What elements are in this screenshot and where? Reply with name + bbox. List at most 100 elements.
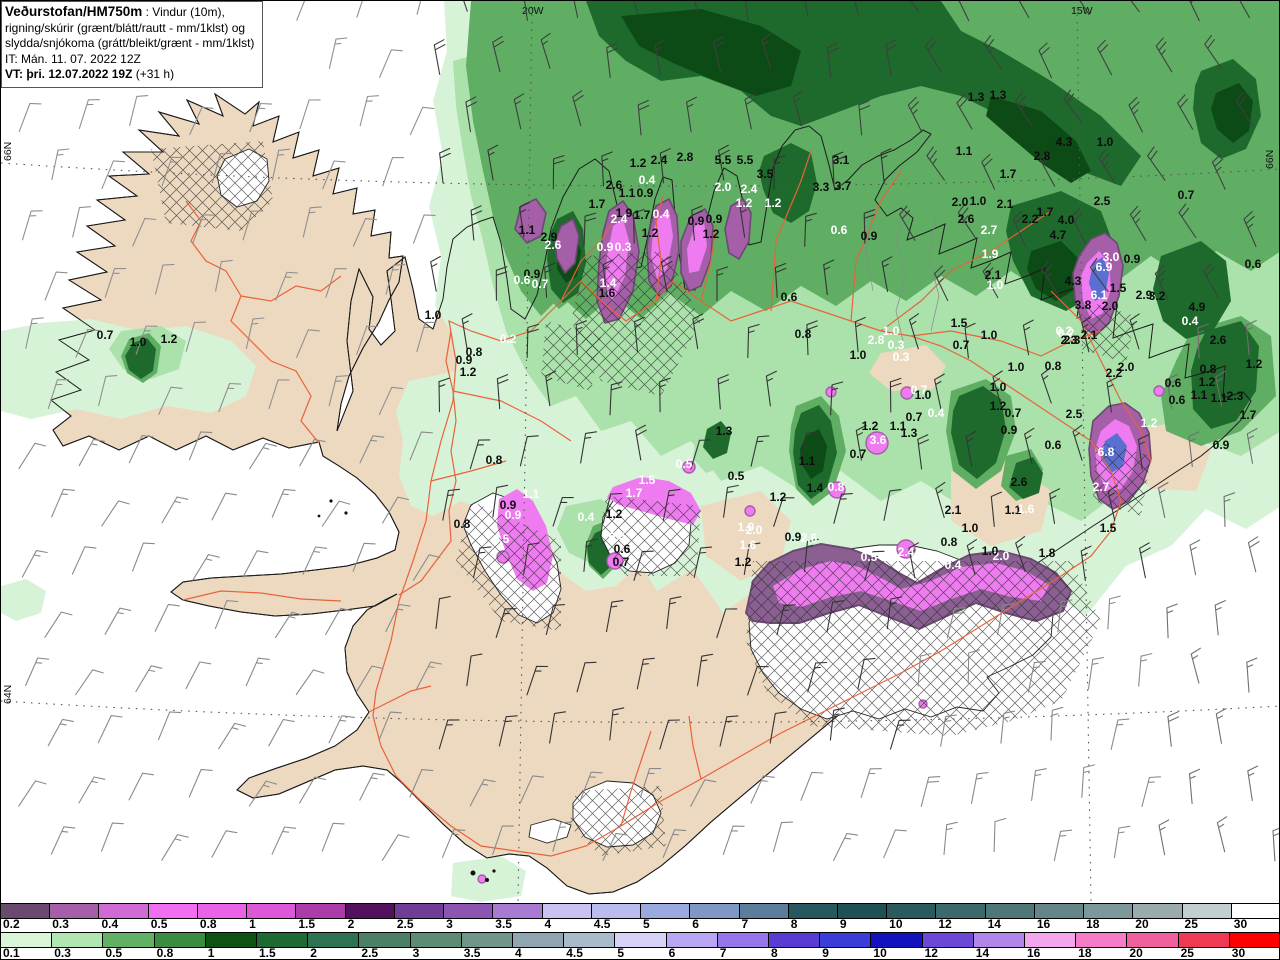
colorbar-segment [641, 904, 691, 918]
precip-value: 1.0 [850, 348, 867, 362]
colorbar-tick-label: 25 [1184, 917, 1198, 931]
precip-value: 4.3 [1065, 274, 1082, 288]
colorbar-segment [717, 933, 770, 947]
map-canvas: 20W 15W 66N 66N 64N 1.2 2.4 2.8 2.6 1.1 0.9 0.4 5.5 5… [1, 1, 1279, 904]
colorbar-segment [615, 933, 667, 947]
colorbar-tick-label: 18 [1086, 917, 1100, 931]
sleet-colorbar-labels: 0.2 0.3 0.4 0.5 0.8 1 1.5 2 2.5 3 3.5 4 4.5 5 6 7 8 9 10 12… [1, 917, 1279, 932]
valid-time: VT: þri. 12.07.2022 19Z (+31 h) [5, 67, 175, 81]
precip-value: 1.6 [740, 538, 757, 552]
colorbar-segment [410, 933, 462, 947]
precip-value: 0.7 [1178, 188, 1195, 202]
legend-line-rain: rigning/skúrir (grænt/blátt/rautt - mm/1… [5, 20, 246, 35]
precip-value: 1.2 [765, 196, 782, 210]
colorbar-tick-label: 2.5 [361, 946, 379, 960]
precip-value: 4.0 [1058, 213, 1075, 227]
colorbar-tick-label: 1 [249, 917, 256, 931]
precip-value: 1.6 [1018, 502, 1035, 516]
precip-value: 3.7 [835, 179, 852, 193]
precip-value: 0.7 [613, 555, 630, 569]
precip-value: 2.1 [945, 503, 962, 517]
colorbar-tick-label: 30 [1231, 946, 1246, 960]
precip-value: 1.1 [1211, 391, 1228, 405]
colorbar-tick-label: 20 [1135, 917, 1149, 931]
colorbar-tick-label: 3.5 [495, 917, 512, 931]
colorbar-segment [1034, 904, 1085, 918]
precip-value: 1.0 [738, 520, 755, 534]
precip-value: 1.3 [716, 424, 733, 438]
precip-value: 0.9 [597, 240, 614, 254]
precip-value: 2.6 [958, 212, 975, 226]
precip-value: 3.8 [1075, 298, 1092, 312]
colorbar-tick-label: 25 [1180, 946, 1194, 960]
precip-value: 2.4 [651, 153, 668, 167]
colorbar-tick-label: 18 [1078, 946, 1092, 960]
weather-map-frame: 20W 15W 66N 66N 64N 1.2 2.4 2.8 2.6 1.1 0.9 0.4 5.5 5… [0, 0, 1280, 960]
rain-colorbar-labels: 0.1 0.3 0.5 0.8 1 1.5 2 2.5 3 3.5 4 4.5 5 6 7 8 9 10 12 14 1… [1, 946, 1279, 960]
precip-value: 0.9 [1124, 252, 1141, 266]
precip-value: 0.4 [945, 558, 962, 572]
precip-value: 1.2 [642, 226, 659, 240]
colorbar-tick-label: 4 [515, 946, 522, 960]
precip-value: 2.5 [1066, 407, 1083, 421]
colorbar-segment [1231, 904, 1279, 918]
precip-value: 2.0 [1102, 299, 1119, 313]
colorbar-segment [739, 904, 789, 918]
colorbar-tick-label: 1 [207, 946, 215, 960]
precip-value: 1.0 [970, 194, 987, 208]
precip-value: 1.1 [519, 223, 536, 237]
precip-value: 3.2 [1149, 289, 1166, 303]
colorbar-segment [257, 933, 309, 947]
precip-value: 1.0 [130, 335, 147, 349]
precip-value: 1.2 [1246, 357, 1263, 371]
precip-value: 2.6 [1011, 475, 1028, 489]
precip-value: 0.6 [831, 223, 848, 237]
precip-value: 3.5 [757, 167, 774, 181]
precip-value: 0.2 [500, 332, 517, 346]
precip-value: 2.2 [1106, 366, 1123, 380]
colorbar-segment [99, 904, 149, 918]
precip-value: 0.9 [706, 212, 723, 226]
colorbar-segment [973, 933, 1026, 947]
precip-value: 0.8 [454, 517, 471, 531]
precip-value: 5.5 [715, 153, 732, 167]
precip-value: 0.8 [828, 480, 845, 494]
colorbar-tick-label: 0.1 [3, 946, 20, 960]
colorbar-tick-label: 6 [668, 946, 676, 960]
precip-value: 1.2 [862, 419, 879, 433]
precip-value: 0.6 [614, 542, 631, 556]
precip-value: 0.8 [1045, 359, 1062, 373]
colorbar-segment [837, 904, 888, 918]
colorbar-tick-label: 16 [1036, 917, 1051, 931]
colorbar-segment [985, 904, 1035, 918]
colorbar-tick-label: 16 [1027, 946, 1041, 960]
precip-value: 1.5 [1100, 521, 1117, 535]
precip-value: 0.7 [906, 410, 923, 424]
colorbar-tick-label: 2.5 [396, 917, 414, 931]
precip-value: 2.6 [1210, 333, 1227, 347]
precip-value: 3.1 [833, 153, 850, 167]
colorbar-tick-label: 4.5 [566, 946, 583, 960]
colorbar-segment [461, 933, 514, 947]
colorbar-segment [564, 933, 616, 947]
precip-value: 3.0 [1103, 250, 1120, 264]
colorbar-tick-label: 8 [790, 917, 798, 931]
precip-value: 1.9 [982, 247, 999, 261]
colorbar-segment [1076, 933, 1128, 947]
colorbar-tick-label: 6 [692, 917, 699, 931]
colorbar-tick-label: 7 [741, 917, 749, 931]
colorbar-tick-label: 2 [310, 946, 317, 960]
precip-value: 0.7 [97, 328, 114, 342]
precip-value: 0.3 [615, 240, 632, 254]
precip-value: 2.6 [801, 531, 818, 545]
precip-value: 0.9 [637, 186, 654, 200]
colorbar-segment [247, 904, 297, 918]
colorbar-segment [690, 904, 740, 918]
precip-value: 0.9 [1001, 423, 1018, 437]
precip-value: 1.2 [736, 196, 753, 210]
precip-value: 1.1 [799, 454, 816, 468]
colorbar-segment [1178, 933, 1230, 947]
precip-value: 1.7 [626, 486, 643, 500]
precip-value: 1.4 [807, 481, 824, 495]
precip-value: 2.3 [1061, 333, 1078, 347]
